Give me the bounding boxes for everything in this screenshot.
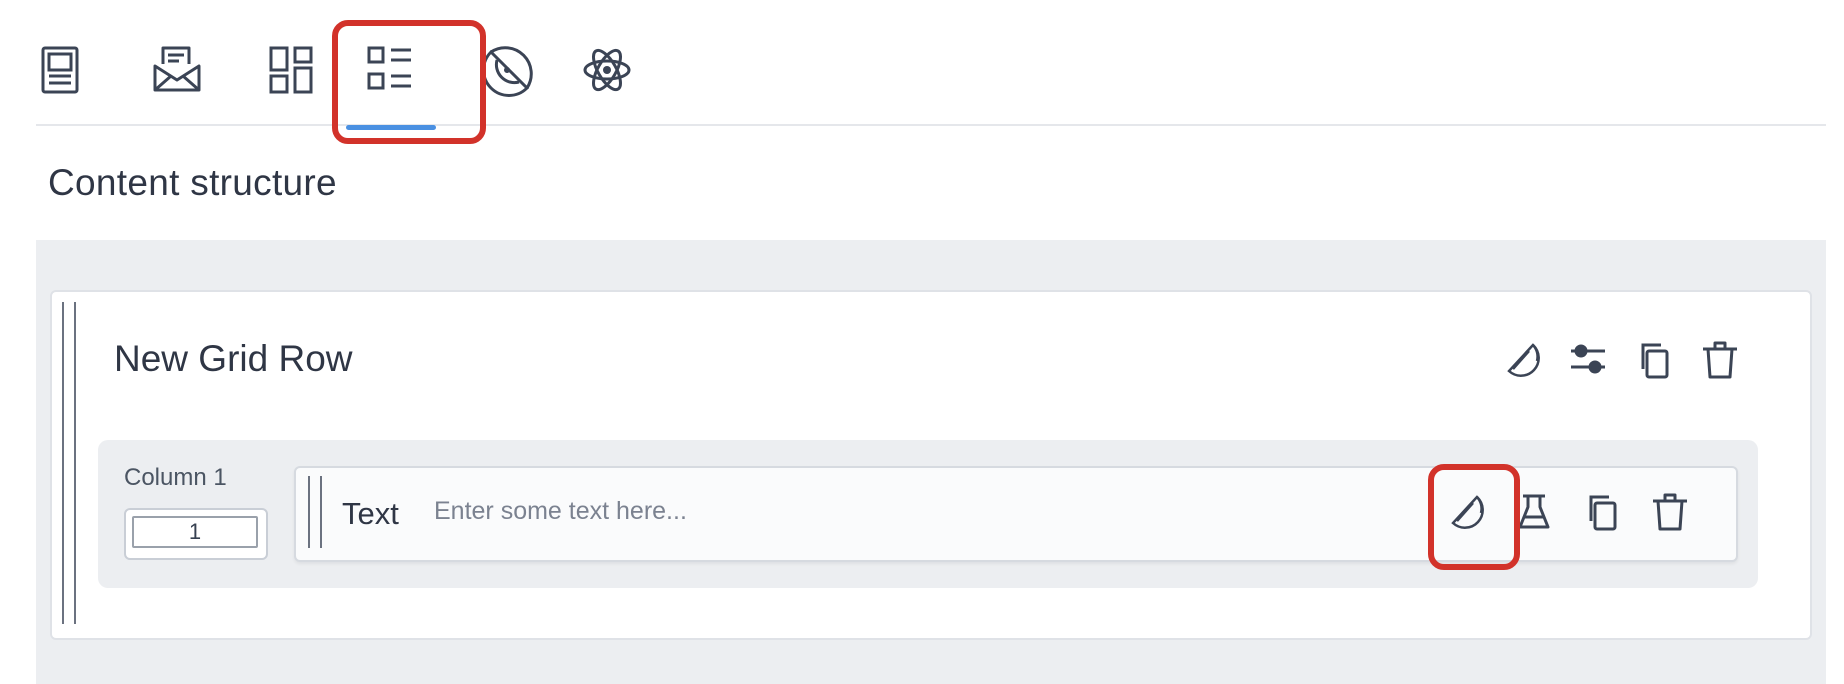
content-structure-icon: [367, 46, 411, 90]
grid-row-card: New Grid Row Column 1 1 Text Enter some …: [50, 290, 1812, 640]
text-drag-handle[interactable]: [308, 476, 322, 548]
atom-icon: [583, 48, 631, 92]
layout-grid-icon: [269, 46, 313, 94]
section-title: Content structure: [48, 162, 337, 203]
tab-style[interactable]: [474, 42, 544, 112]
column-area: Column 1 Text: [98, 440, 1758, 588]
row-settings-button[interactable]: [1566, 338, 1610, 382]
text-style-button[interactable]: [1444, 490, 1488, 534]
duplicate-icon: [1641, 343, 1669, 379]
tab-content-structure[interactable]: [346, 42, 436, 130]
flask-icon: [1518, 494, 1550, 529]
style-icon: [1451, 495, 1484, 529]
tab-page[interactable]: [28, 42, 98, 112]
style-fruit-icon: [482, 46, 533, 97]
text-delete-button[interactable]: [1648, 490, 1692, 534]
text-duplicate-button[interactable]: [1580, 490, 1624, 534]
text-block-toolbar: [1444, 490, 1692, 534]
grid-row-title: New Grid Row: [114, 338, 353, 379]
tab-advanced[interactable]: [572, 42, 642, 112]
tab-bar: [36, 20, 1826, 130]
text-input[interactable]: [432, 490, 1136, 532]
column-width-field: [124, 508, 268, 560]
column-label: Column 1: [124, 464, 227, 491]
row-duplicate-button[interactable]: [1632, 338, 1676, 382]
email-icon: [153, 46, 201, 92]
duplicate-icon: [1589, 495, 1617, 531]
row-delete-button[interactable]: [1698, 338, 1742, 382]
tab-email[interactable]: [142, 42, 212, 112]
text-block: Text: [294, 466, 1738, 562]
delete-icon: [1653, 493, 1687, 531]
text-test-button[interactable]: [1512, 490, 1556, 534]
delete-icon: [1703, 341, 1737, 379]
row-drag-handle[interactable]: [62, 302, 76, 624]
tab-layout[interactable]: [258, 42, 328, 112]
row-style-button[interactable]: [1500, 338, 1544, 382]
style-icon: [1507, 343, 1540, 377]
grid-row-toolbar: [1500, 338, 1742, 382]
settings-sliders-icon: [1571, 344, 1605, 374]
text-block-label: Text: [342, 496, 399, 531]
column-width-input[interactable]: [132, 516, 258, 548]
page-icon: [41, 46, 79, 94]
